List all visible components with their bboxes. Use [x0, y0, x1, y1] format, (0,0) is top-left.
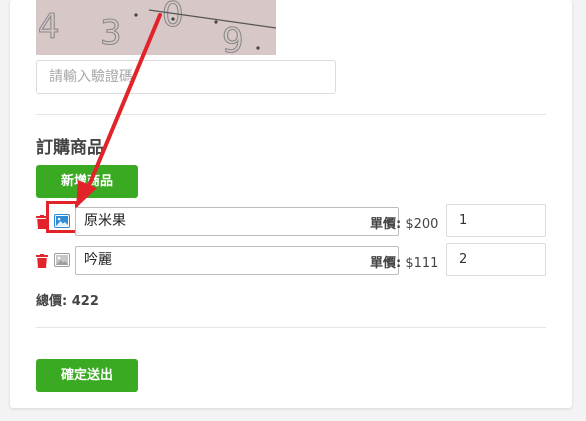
add-product-button[interactable]: 新增商品	[36, 165, 138, 198]
unit-price-value: $111	[405, 256, 439, 271]
total-value: 422	[71, 294, 99, 309]
captcha-image: 4 3 0 9	[36, 0, 276, 55]
trash-icon[interactable]	[36, 253, 48, 268]
product-select[interactable]: 原米果	[75, 207, 399, 236]
highlight-box	[46, 201, 78, 233]
divider	[36, 327, 546, 328]
submit-button[interactable]: 確定送出	[36, 359, 138, 392]
product-select-value: 吟麗	[84, 252, 112, 268]
unit-price: 單價: $200	[370, 213, 438, 232]
unit-price-value: $200	[405, 217, 439, 232]
section-title: 訂購商品	[36, 138, 104, 158]
unit-price-label: 單價:	[370, 256, 402, 271]
captcha-digit: 9	[222, 21, 244, 55]
quantity-input[interactable]: 1	[446, 204, 546, 237]
captcha-noise-dot	[134, 13, 138, 17]
captcha-noise-dot	[256, 46, 260, 50]
divider	[36, 114, 546, 115]
total-label: 總價:	[36, 294, 68, 309]
captcha-input[interactable]	[36, 60, 336, 94]
unit-price-label: 單價:	[370, 217, 402, 232]
captcha-noise-dot	[171, 17, 175, 21]
captcha-noise-dot	[214, 20, 218, 24]
captcha-digit: 3	[100, 13, 122, 53]
order-total: 總價: 422	[36, 290, 99, 309]
product-select[interactable]: 吟麗	[75, 246, 399, 275]
order-item-row: 吟麗 單價: $111 2	[36, 243, 548, 276]
quantity-input[interactable]: 2	[446, 243, 546, 276]
order-item-row: 原米果 單價: $200 1	[36, 201, 548, 237]
product-select-value: 原米果	[84, 213, 126, 229]
unit-price: 單價: $111	[370, 252, 438, 271]
captcha-digit: 4	[38, 7, 60, 47]
image-icon[interactable]	[54, 252, 70, 267]
